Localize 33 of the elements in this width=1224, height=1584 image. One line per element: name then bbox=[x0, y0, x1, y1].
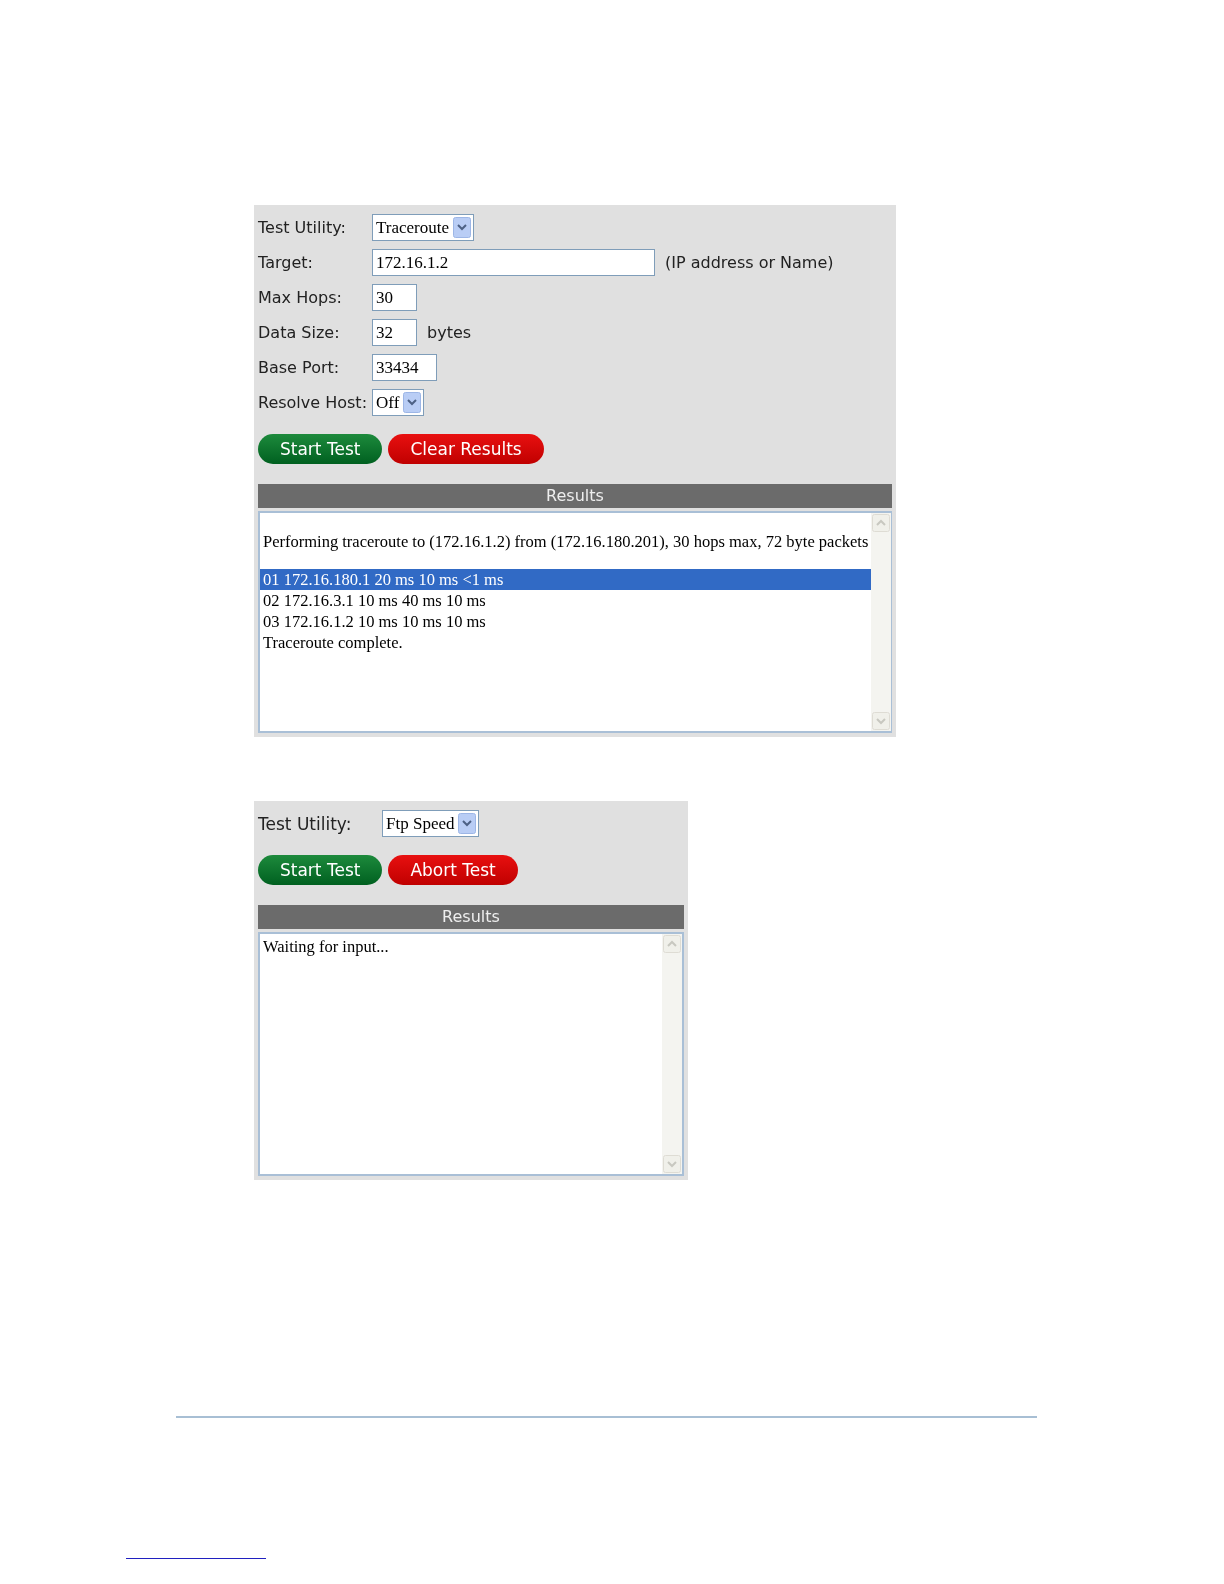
stop-button[interactable]: Clear Results bbox=[388, 434, 544, 464]
dropdown-field[interactable]: Off bbox=[372, 389, 425, 416]
field-label: Target: bbox=[258, 253, 314, 272]
result-line[interactable]: 02 172.16.3.1 10 ms 40 ms 10 ms bbox=[260, 590, 872, 611]
input-field[interactable]: 32 bbox=[372, 319, 417, 346]
result-line[interactable]: Waiting for input... bbox=[260, 936, 662, 957]
field-label: Resolve Host: bbox=[258, 393, 369, 412]
start-button[interactable]: Start Test bbox=[258, 855, 383, 885]
result-line[interactable]: Performing traceroute to (172.16.1.2) from (172.16.180.201), 30 hops max, 72 byte packets bbox=[260, 531, 872, 552]
scroll-down-icon[interactable] bbox=[872, 712, 891, 730]
start-button[interactable]: Start Test bbox=[258, 434, 383, 464]
field-label: Test Utility: bbox=[258, 813, 353, 834]
field-label: Data Size: bbox=[258, 323, 341, 342]
field-label: Test Utility: bbox=[258, 218, 347, 237]
dropdown-field[interactable]: Traceroute bbox=[372, 214, 474, 241]
field-hint: (IP address or Name) bbox=[665, 253, 834, 272]
input-field[interactable]: 33434 bbox=[372, 354, 437, 381]
result-line[interactable]: 03 172.16.1.2 10 ms 10 ms 10 ms bbox=[260, 611, 872, 632]
dropdown-field[interactable]: Ftp Speed bbox=[382, 810, 480, 837]
scroll-up-icon[interactable] bbox=[663, 935, 681, 953]
stop-button[interactable]: Abort Test bbox=[388, 855, 518, 885]
scrollbar[interactable] bbox=[662, 934, 682, 1174]
scroll-up-icon[interactable] bbox=[872, 514, 891, 532]
results-header: Results bbox=[258, 484, 892, 508]
input-field[interactable]: 172.16.1.2 bbox=[372, 249, 655, 276]
scroll-down-icon[interactable] bbox=[663, 1155, 681, 1173]
input-field[interactable]: 30 bbox=[372, 284, 417, 311]
field-label: Max Hops: bbox=[258, 288, 343, 307]
field-label: Base Port: bbox=[258, 358, 341, 377]
results-header: Results bbox=[258, 905, 684, 929]
field-hint: bytes bbox=[427, 323, 472, 342]
scrollbar[interactable] bbox=[871, 513, 892, 731]
result-line[interactable]: Traceroute complete. bbox=[260, 632, 872, 653]
